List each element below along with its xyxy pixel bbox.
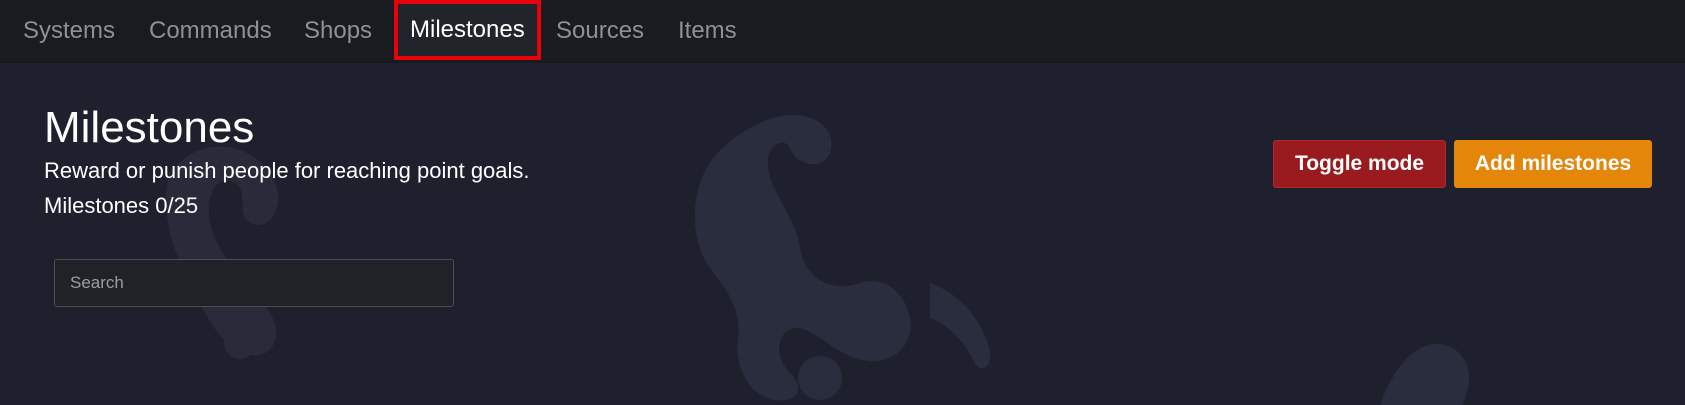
toggle-mode-button[interactable]: Toggle mode [1273,140,1446,188]
search-input[interactable] [54,259,454,307]
tab-milestones[interactable]: Milestones [394,0,541,60]
top-nav: Systems Commands Shops Milestones Source… [0,0,1685,63]
add-milestones-button[interactable]: Add milestones [1454,140,1652,188]
tab-commands[interactable]: Commands [149,0,272,62]
tab-systems[interactable]: Systems [23,0,115,62]
tab-items[interactable]: Items [678,0,737,62]
milestone-count: Milestones 0/25 [44,193,199,218]
page-subtitle: Reward or punish people for reaching poi… [44,158,530,183]
tab-sources[interactable]: Sources [556,0,644,62]
page-title: Milestones [44,103,255,152]
tab-shops[interactable]: Shops [304,0,372,62]
main-content: Milestones Reward or punish people for r… [0,63,1685,405]
